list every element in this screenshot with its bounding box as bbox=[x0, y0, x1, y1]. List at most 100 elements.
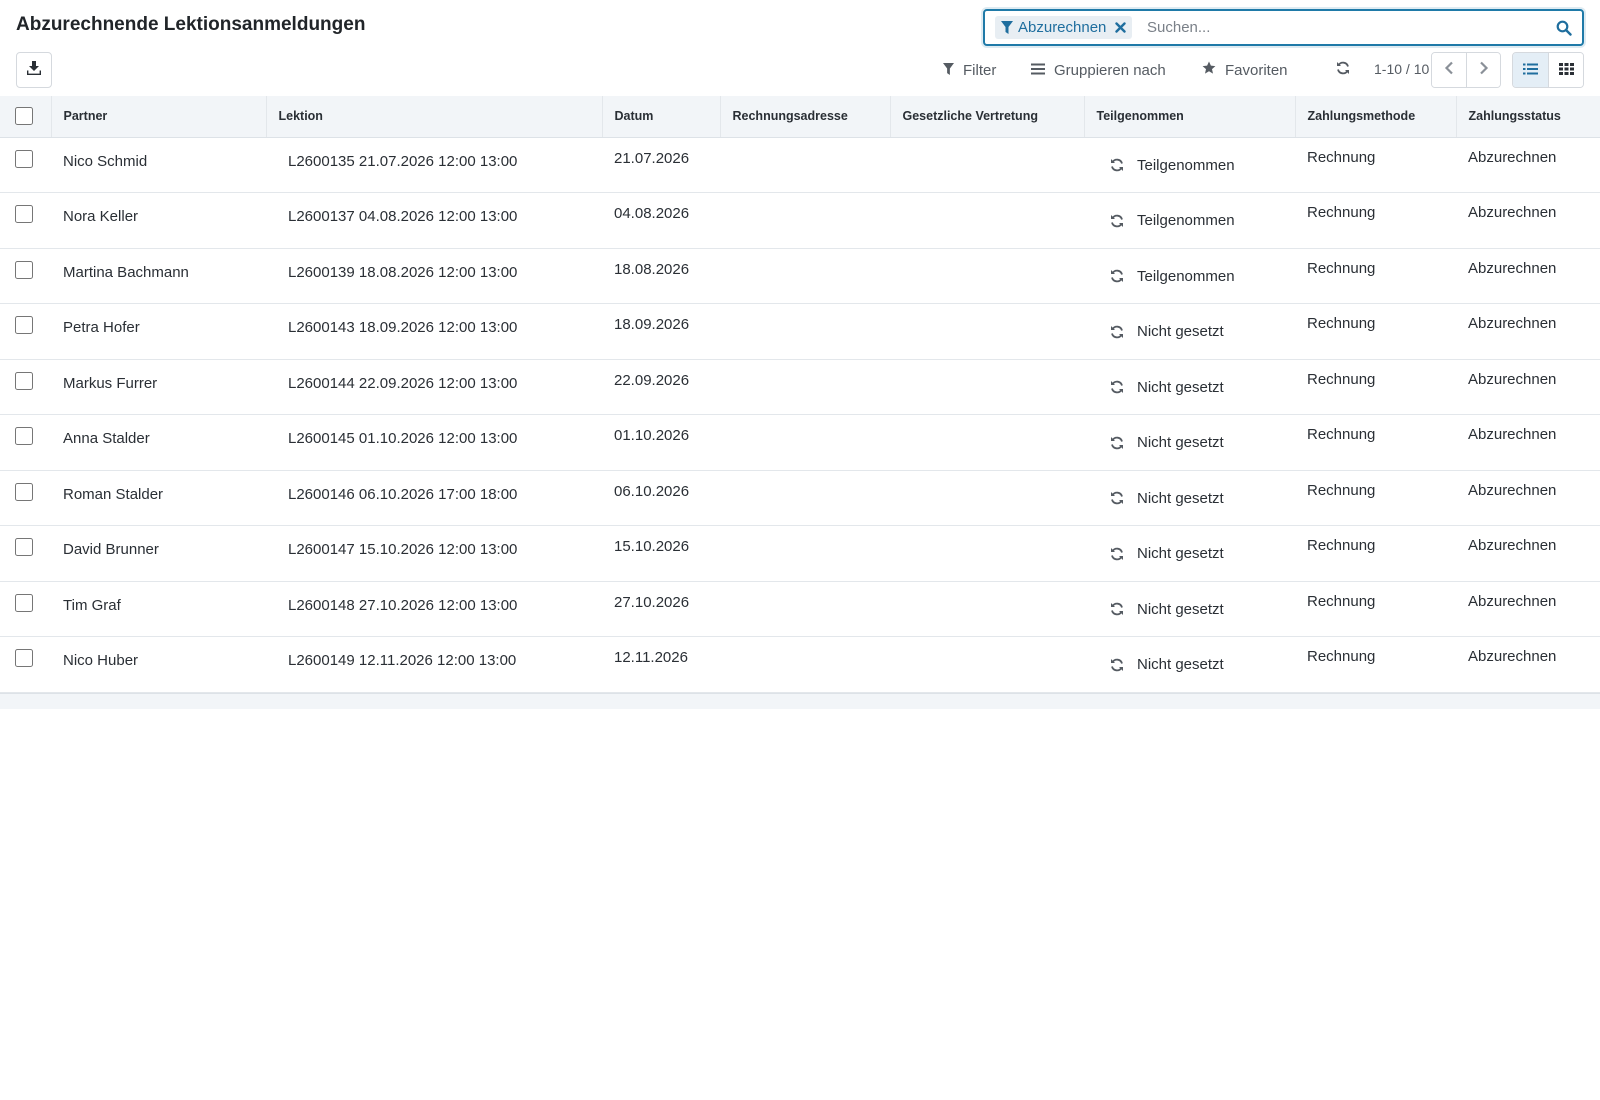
row-checkbox[interactable] bbox=[15, 427, 33, 445]
cell-partner[interactable]: Anna Stalder bbox=[51, 414, 266, 471]
cell-partner[interactable]: Petra Hofer bbox=[51, 303, 266, 360]
row-checkbox[interactable] bbox=[15, 482, 33, 501]
table-row[interactable]: Nico Schmid L2600135 21.07.2026 12:00 13:… bbox=[0, 137, 1600, 193]
cell-gesetzliche-vertretung[interactable] bbox=[890, 581, 1084, 637]
cell-partner[interactable]: Martina Bachmann bbox=[51, 248, 266, 304]
cell-lektion[interactable]: L2600143 18.09.2026 12:00 13:00 bbox=[266, 303, 602, 360]
cell-gesetzliche-vertretung[interactable] bbox=[890, 525, 1084, 582]
cell-partner[interactable]: Markus Furrer bbox=[51, 359, 266, 415]
row-checkbox[interactable] bbox=[15, 371, 33, 390]
cell-datum[interactable]: 18.08.2026 bbox=[602, 248, 720, 304]
table-row[interactable]: Markus Furrer L2600144 22.09.2026 12:00 1… bbox=[0, 359, 1600, 415]
search-icon[interactable] bbox=[1554, 18, 1574, 38]
cell-lektion[interactable]: L2600144 22.09.2026 12:00 13:00 bbox=[266, 359, 602, 415]
column-header-lektion[interactable]: Lektion bbox=[266, 96, 603, 138]
cell-partner[interactable]: Nico Schmid bbox=[51, 137, 266, 193]
cell-zahlungsmethode[interactable]: Rechnung bbox=[1295, 470, 1456, 526]
cell-zahlungsmethode[interactable]: Rechnung bbox=[1295, 581, 1456, 637]
cell-teilgenommen[interactable]: Nicht gesetzt bbox=[1084, 636, 1295, 693]
cell-teilgenommen[interactable]: Nicht gesetzt bbox=[1084, 303, 1295, 360]
cell-zahlungsmethode[interactable]: Rechnung bbox=[1295, 192, 1456, 249]
table-row[interactable]: Petra Hofer L2600143 18.09.2026 12:00 13:… bbox=[0, 303, 1600, 360]
cell-datum[interactable]: 18.09.2026 bbox=[602, 303, 720, 360]
cell-zahlungsmethode[interactable]: Rechnung bbox=[1295, 137, 1456, 193]
row-checkbox[interactable] bbox=[15, 205, 33, 223]
cell-lektion[interactable]: L2600137 04.08.2026 12:00 13:00 bbox=[266, 192, 602, 249]
cell-rechnungsadresse[interactable] bbox=[720, 248, 890, 304]
cell-teilgenommen[interactable]: Nicht gesetzt bbox=[1084, 470, 1295, 526]
cell-zahlungsstatus[interactable]: Abzurechnen bbox=[1456, 525, 1600, 582]
cell-lektion[interactable]: L2600148 27.10.2026 12:00 13:00 bbox=[266, 581, 602, 637]
row-checkbox[interactable] bbox=[15, 316, 33, 334]
row-checkbox[interactable] bbox=[15, 593, 33, 612]
cell-gesetzliche-vertretung[interactable] bbox=[890, 303, 1084, 360]
cell-gesetzliche-vertretung[interactable] bbox=[890, 470, 1084, 526]
cell-zahlungsstatus[interactable]: Abzurechnen bbox=[1456, 414, 1600, 471]
column-header-zahlungsstatus[interactable]: Zahlungsstatus bbox=[1456, 96, 1600, 138]
cell-teilgenommen[interactable]: Teilgenommen bbox=[1084, 248, 1295, 304]
column-header-rechnungsadresse[interactable]: Rechnungsadresse bbox=[720, 96, 891, 138]
cell-datum[interactable]: 04.08.2026 bbox=[602, 192, 720, 249]
cell-lektion[interactable]: L2600135 21.07.2026 12:00 13:00 bbox=[266, 137, 602, 193]
cell-datum[interactable]: 27.10.2026 bbox=[602, 581, 720, 637]
cell-datum[interactable]: 06.10.2026 bbox=[602, 470, 720, 526]
column-header-partner[interactable]: Partner bbox=[51, 96, 267, 138]
kanban-view-button[interactable] bbox=[1548, 53, 1583, 87]
row-checkbox[interactable] bbox=[15, 538, 33, 556]
cell-rechnungsadresse[interactable] bbox=[720, 192, 890, 249]
cell-partner[interactable]: Tim Graf bbox=[51, 581, 266, 637]
cell-rechnungsadresse[interactable] bbox=[720, 581, 890, 637]
cell-zahlungsmethode[interactable]: Rechnung bbox=[1295, 248, 1456, 304]
pager-next-button[interactable] bbox=[1466, 53, 1500, 87]
search-facet[interactable]: Abzurechnen bbox=[995, 16, 1133, 39]
cell-teilgenommen[interactable]: Nicht gesetzt bbox=[1084, 581, 1295, 637]
cell-lektion[interactable]: L2600146 06.10.2026 17:00 18:00 bbox=[266, 470, 602, 526]
row-checkbox[interactable] bbox=[15, 260, 33, 279]
cell-rechnungsadresse[interactable] bbox=[720, 303, 890, 360]
cell-lektion[interactable]: L2600149 12.11.2026 12:00 13:00 bbox=[266, 636, 602, 693]
cell-rechnungsadresse[interactable] bbox=[720, 470, 890, 526]
cell-partner[interactable]: Nico Huber bbox=[51, 636, 266, 693]
column-header-zahlungsmethode[interactable]: Zahlungsmethode bbox=[1295, 96, 1457, 138]
cell-lektion[interactable]: L2600147 15.10.2026 12:00 13:00 bbox=[266, 525, 602, 582]
cell-gesetzliche-vertretung[interactable] bbox=[890, 137, 1084, 193]
cell-rechnungsadresse[interactable] bbox=[720, 359, 890, 415]
list-view-button[interactable] bbox=[1513, 53, 1548, 87]
table-row[interactable]: Nico Huber L2600149 12.11.2026 12:00 13:0… bbox=[0, 636, 1600, 693]
cell-zahlungsstatus[interactable]: Abzurechnen bbox=[1456, 470, 1600, 526]
cell-gesetzliche-vertretung[interactable] bbox=[890, 248, 1084, 304]
table-row[interactable]: Nora Keller L2600137 04.08.2026 12:00 13:… bbox=[0, 192, 1600, 249]
column-header-gesetzliche-vertretung[interactable]: Gesetzliche Vertretung bbox=[890, 96, 1085, 138]
cell-zahlungsstatus[interactable]: Abzurechnen bbox=[1456, 636, 1600, 693]
table-row[interactable]: Anna Stalder L2600145 01.10.2026 12:00 13… bbox=[0, 414, 1600, 471]
cell-zahlungsstatus[interactable]: Abzurechnen bbox=[1456, 359, 1600, 415]
search-box[interactable]: Abzurechnen bbox=[983, 9, 1584, 46]
table-row[interactable]: Roman Stalder L2600146 06.10.2026 17:00 1… bbox=[0, 470, 1600, 526]
table-row[interactable]: Tim Graf L2600148 27.10.2026 12:00 13:00 2… bbox=[0, 581, 1600, 637]
column-header-datum[interactable]: Datum bbox=[602, 96, 721, 138]
table-row[interactable]: David Brunner L2600147 15.10.2026 12:00 1… bbox=[0, 525, 1600, 582]
filter-button[interactable]: Filter bbox=[943, 58, 996, 82]
cell-lektion[interactable]: L2600139 18.08.2026 12:00 13:00 bbox=[266, 248, 602, 304]
cell-rechnungsadresse[interactable] bbox=[720, 414, 890, 471]
row-checkbox[interactable] bbox=[15, 149, 33, 168]
cell-rechnungsadresse[interactable] bbox=[720, 137, 890, 193]
cell-gesetzliche-vertretung[interactable] bbox=[890, 359, 1084, 415]
cell-datum[interactable]: 21.07.2026 bbox=[602, 137, 720, 193]
cell-zahlungsstatus[interactable]: Abzurechnen bbox=[1456, 137, 1600, 193]
cell-datum[interactable]: 01.10.2026 bbox=[602, 414, 720, 471]
refresh-button[interactable] bbox=[1332, 60, 1354, 80]
row-checkbox[interactable] bbox=[15, 649, 33, 667]
column-header-teilgenommen[interactable]: Teilgenommen bbox=[1084, 96, 1296, 138]
select-all-checkbox[interactable] bbox=[15, 107, 33, 126]
cell-teilgenommen[interactable]: Teilgenommen bbox=[1084, 192, 1295, 249]
cell-zahlungsstatus[interactable]: Abzurechnen bbox=[1456, 581, 1600, 637]
pager-previous-button[interactable] bbox=[1432, 53, 1466, 87]
cell-datum[interactable]: 12.11.2026 bbox=[602, 636, 720, 693]
cell-zahlungsmethode[interactable]: Rechnung bbox=[1295, 525, 1456, 582]
cell-zahlungsmethode[interactable]: Rechnung bbox=[1295, 359, 1456, 415]
cell-lektion[interactable]: L2600145 01.10.2026 12:00 13:00 bbox=[266, 414, 602, 471]
download-button[interactable] bbox=[16, 52, 52, 88]
cell-teilgenommen[interactable]: Nicht gesetzt bbox=[1084, 359, 1295, 415]
cell-teilgenommen[interactable]: Teilgenommen bbox=[1084, 137, 1295, 193]
